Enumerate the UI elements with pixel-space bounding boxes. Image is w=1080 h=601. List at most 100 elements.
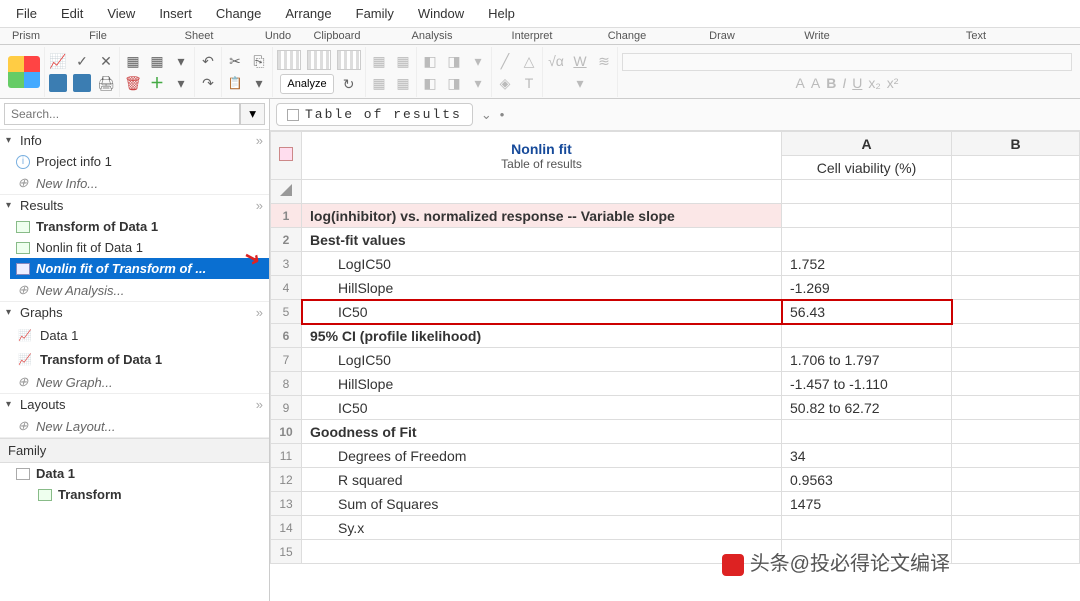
row-index[interactable]: 3 xyxy=(271,252,302,276)
value-cell-a[interactable]: 56.43 xyxy=(782,300,952,324)
sidebar-item-nonlin-fit-data1[interactable]: Nonlin fit of Data 1 xyxy=(10,237,269,258)
cell[interactable] xyxy=(952,180,1080,204)
save-as-icon[interactable] xyxy=(73,74,91,92)
value-cell-b[interactable] xyxy=(952,324,1080,348)
sidebar-item-new-analysis[interactable]: ⊕New Analysis... xyxy=(10,279,269,301)
underline-button[interactable]: U xyxy=(852,75,862,91)
section-results-header[interactable]: ▾ Results » xyxy=(0,195,269,216)
print-icon[interactable]: 🖨 xyxy=(97,74,115,92)
add-sheet-icon[interactable]: ＋ xyxy=(148,74,166,92)
draw-text-icon[interactable]: T xyxy=(520,74,538,92)
value-cell-a[interactable] xyxy=(782,420,952,444)
value-cell-a[interactable]: 1.706 to 1.797 xyxy=(782,348,952,372)
param-cell[interactable] xyxy=(302,540,782,564)
section-more-icon[interactable]: » xyxy=(256,397,263,412)
change3-icon[interactable]: ▾ xyxy=(469,52,487,70)
value-cell-b[interactable] xyxy=(952,348,1080,372)
row-index[interactable]: 13 xyxy=(271,492,302,516)
param-cell[interactable]: LogIC50 xyxy=(302,252,782,276)
value-cell-b[interactable] xyxy=(952,204,1080,228)
subscript-button[interactable]: x₂ xyxy=(868,75,880,91)
section-more-icon[interactable]: » xyxy=(256,198,263,213)
param-cell[interactable]: IC50 xyxy=(302,396,782,420)
value-cell-b[interactable] xyxy=(952,372,1080,396)
bold-button[interactable]: B xyxy=(826,75,836,91)
value-cell-b[interactable] xyxy=(952,540,1080,564)
new-sheet1-icon[interactable]: ▦ xyxy=(124,52,142,70)
cut-icon[interactable] xyxy=(226,52,244,70)
value-cell-a[interactable]: 0.9563 xyxy=(782,468,952,492)
tab-table-of-results[interactable]: Table of results xyxy=(276,103,473,126)
menu-insert[interactable]: Insert xyxy=(147,2,204,25)
write3-icon[interactable]: ≋ xyxy=(595,52,613,70)
section-layouts-header[interactable]: ▾ Layouts » xyxy=(0,394,269,415)
chart-type1-icon[interactable] xyxy=(277,50,301,70)
param-cell[interactable]: R squared xyxy=(302,468,782,492)
value-cell-a[interactable] xyxy=(782,204,952,228)
param-cell[interactable]: LogIC50 xyxy=(302,348,782,372)
change5-icon[interactable]: ◨ xyxy=(445,74,463,92)
value-cell-b[interactable] xyxy=(952,396,1080,420)
search-dropdown-button[interactable]: ▾ xyxy=(240,103,265,125)
menu-arrange[interactable]: Arrange xyxy=(273,2,343,25)
analysis-refresh-icon[interactable]: ↻ xyxy=(340,75,358,93)
select-all-corner[interactable] xyxy=(271,180,302,204)
interpret3-icon[interactable]: ▦ xyxy=(370,74,388,92)
change2-icon[interactable]: ◨ xyxy=(445,52,463,70)
menu-view[interactable]: View xyxy=(95,2,147,25)
row-index[interactable]: 12 xyxy=(271,468,302,492)
menu-family[interactable]: Family xyxy=(344,2,406,25)
undo-icon[interactable] xyxy=(199,52,217,70)
row-index[interactable]: 10 xyxy=(271,420,302,444)
row-index[interactable]: 9 xyxy=(271,396,302,420)
sidebar-item-transform-data1[interactable]: Transform of Data 1 xyxy=(10,216,269,237)
search-input[interactable] xyxy=(4,103,240,125)
draw-pick-icon[interactable]: ◈ xyxy=(496,74,514,92)
menu-change[interactable]: Change xyxy=(204,2,274,25)
paste-icon[interactable] xyxy=(226,74,244,92)
check-open-icon[interactable]: ✓ xyxy=(73,52,91,70)
column-b-header[interactable]: B xyxy=(952,132,1080,156)
open-plot-icon[interactable]: 📈 xyxy=(49,52,67,70)
delete-icon[interactable]: 🗑 xyxy=(124,74,142,92)
menu-window[interactable]: Window xyxy=(406,2,476,25)
param-cell[interactable]: Degrees of Freedom xyxy=(302,444,782,468)
row-index[interactable]: 1 xyxy=(271,204,302,228)
sheet-more-icon[interactable]: ▾ xyxy=(172,74,190,92)
results-grid[interactable]: Nonlin fit Table of results A B Cell via… xyxy=(270,131,1080,601)
param-cell[interactable]: HillSlope xyxy=(302,276,782,300)
param-cell[interactable]: Best-fit values xyxy=(302,228,782,252)
interpret1-icon[interactable]: ▦ xyxy=(370,52,388,70)
font-smaller-icon[interactable]: A xyxy=(796,75,805,91)
value-cell-a[interactable]: 1.752 xyxy=(782,252,952,276)
redo-icon[interactable] xyxy=(199,74,217,92)
value-cell-b[interactable] xyxy=(952,276,1080,300)
sidebar-item-project-info[interactable]: iProject info 1 xyxy=(10,151,269,172)
menu-file[interactable]: File xyxy=(4,2,49,25)
draw-line-icon[interactable]: ╱ xyxy=(496,52,514,70)
value-cell-a[interactable]: 34 xyxy=(782,444,952,468)
font-larger-icon[interactable]: A xyxy=(811,75,820,91)
row-index[interactable]: 14 xyxy=(271,516,302,540)
font-selector[interactable] xyxy=(622,53,1072,71)
sidebar-item-new-info[interactable]: ⊕New Info... xyxy=(10,172,269,194)
write-more-icon[interactable]: ▾ xyxy=(571,74,589,92)
interpret2-icon[interactable]: ▦ xyxy=(394,52,412,70)
w-icon[interactable]: W xyxy=(571,52,589,70)
value-cell-b[interactable] xyxy=(952,444,1080,468)
copy-icon[interactable] xyxy=(250,52,268,70)
sidebar-item-new-layout[interactable]: ⊕New Layout... xyxy=(10,415,269,437)
sheet-dropdown-icon[interactable]: ▾ xyxy=(172,52,190,70)
value-cell-b[interactable] xyxy=(952,420,1080,444)
save-icon[interactable] xyxy=(49,74,67,92)
row-index[interactable]: 7 xyxy=(271,348,302,372)
superscript-button[interactable]: x² xyxy=(887,75,899,91)
value-cell-a[interactable] xyxy=(782,228,952,252)
menu-help[interactable]: Help xyxy=(476,2,527,25)
section-more-icon[interactable]: » xyxy=(256,305,263,320)
value-cell-b[interactable] xyxy=(952,492,1080,516)
tab-more-icon[interactable]: • xyxy=(500,107,505,122)
value-cell-b[interactable] xyxy=(952,516,1080,540)
sidebar-item-graph-transform[interactable]: 📈Transform of Data 1 xyxy=(10,347,269,371)
value-cell-a[interactable]: -1.457 to -1.110 xyxy=(782,372,952,396)
